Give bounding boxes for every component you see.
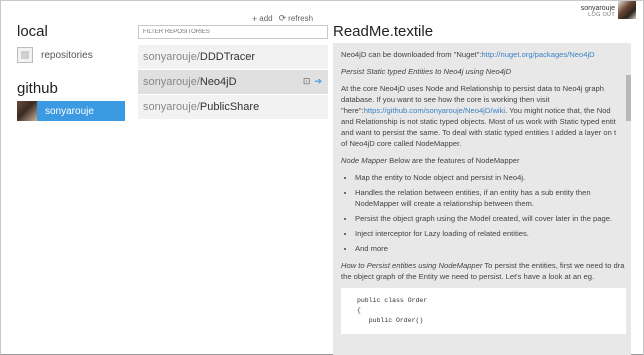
github-section-title: github xyxy=(17,80,58,97)
list-item: Persist the object graph using the Model… xyxy=(355,213,623,224)
readme-line: database. If you want to see how the cor… xyxy=(341,95,550,104)
repo-toolbar: + add ⟳ refresh xyxy=(252,13,313,24)
repo-item-dddtracer[interactable]: sonyarouje/DDDTracer xyxy=(138,45,328,69)
readme-paragraph: How to Persist entities using NodeMapper… xyxy=(341,260,625,282)
readme-pane[interactable]: Neo4jD can be downloaded from "Nuget":ht… xyxy=(333,43,631,355)
repository-list: sonyarouje/DDDTracer sonyarouje/Neo4jD ⊡… xyxy=(138,45,328,120)
repo-name: Neo4jD xyxy=(199,76,237,88)
refresh-label: refresh xyxy=(288,14,314,23)
code-line: { xyxy=(357,307,361,314)
list-item: Inject interceptor for Lazy loading of r… xyxy=(355,228,623,239)
sidebar-item-repositories[interactable]: repositories xyxy=(17,44,127,66)
readme-line: and Relationship is not static typed obj… xyxy=(341,117,616,126)
readme-paragraph: Neo4jD can be downloaded from "Nuget":ht… xyxy=(341,49,623,60)
user-name: sonyarouje xyxy=(580,5,615,12)
sidebar: local repositories github sonyarouje xyxy=(17,23,127,121)
refresh-icon: ⟳ xyxy=(278,13,287,23)
add-label: add xyxy=(259,14,273,23)
readme-text: Handles the relation between entities, i… xyxy=(355,188,591,197)
add-icon: + xyxy=(252,13,258,24)
readme-text: To persist the entities, first we need t… xyxy=(482,261,625,270)
user-avatar xyxy=(618,1,636,19)
open-arrow-icon[interactable]: ➔ xyxy=(314,76,322,87)
readme-line: "here":https://github.com/sonyarouje/Neo… xyxy=(341,105,623,116)
readme-text: "here": xyxy=(341,106,364,115)
readme-line: the object graph of the Entity we need t… xyxy=(341,272,595,281)
readme-emphasis: Node Mapper xyxy=(341,156,388,165)
nuget-link[interactable]: http://nuget.org/packages/Neo4jD xyxy=(481,50,594,59)
readme-text: Neo4jD can be downloaded from "Nuget": xyxy=(341,50,482,59)
readme-paragraph: Node Mapper Below are the features of No… xyxy=(341,155,623,166)
readme-text: NodeMapper will create a relationship be… xyxy=(355,199,534,208)
filter-repositories-input[interactable] xyxy=(138,25,328,39)
readme-paragraph: At the core Neo4jD uses Node and Relatio… xyxy=(341,83,623,149)
app-window: local repositories github sonyarouje + a… xyxy=(0,0,644,355)
sidebar-item-label: repositories xyxy=(41,49,93,61)
readme-title: ReadMe.textile xyxy=(333,23,434,40)
readme-text: . You might notice that, the Nod xyxy=(505,106,611,115)
local-section-title: local xyxy=(17,23,48,40)
code-line: public Order() xyxy=(357,317,424,324)
repo-item-publicshare[interactable]: sonyarouje/PublicShare xyxy=(138,95,328,119)
add-button[interactable]: + add xyxy=(252,13,273,24)
repo-name: DDDTracer xyxy=(199,51,256,63)
repo-owner: sonyarouje/ xyxy=(143,51,200,63)
readme-line: At the core Neo4jD uses Node and Relatio… xyxy=(341,84,604,93)
user-header: sonyarouje LOG OUT xyxy=(581,5,615,18)
repo-item-neo4jd[interactable]: sonyarouje/Neo4jD ⊡ ➔ xyxy=(138,70,328,94)
repo-owner: sonyarouje/ xyxy=(143,101,200,113)
sidebar-item-account[interactable]: sonyarouje xyxy=(17,101,125,121)
readme-line: How to Persist entities using NodeMapper… xyxy=(341,260,625,271)
readme-text: Below are the features of NodeMapper xyxy=(387,156,520,165)
scrollbar-thumb[interactable] xyxy=(626,75,631,121)
refresh-button[interactable]: ⟳ refresh xyxy=(279,13,313,24)
clone-icon[interactable]: ⊡ xyxy=(303,76,311,87)
list-item: Map the entity to Node object and persis… xyxy=(355,172,623,183)
logout-link[interactable]: LOG OUT xyxy=(581,12,615,18)
wiki-link[interactable]: https://github.com/sonyarouje/Neo4jD/wik… xyxy=(364,106,505,115)
readme-subheading: Persist Static typed Entities to Neo4j u… xyxy=(341,67,512,76)
repo-name: PublicShare xyxy=(199,101,260,113)
account-avatar xyxy=(17,101,37,121)
repositories-icon xyxy=(17,47,33,63)
readme-line: and want to persist the same. To deal wi… xyxy=(341,128,617,137)
readme-paragraph: Persist Static typed Entities to Neo4j u… xyxy=(341,66,623,77)
readme-line: of Neo4jD core called NodeMapper. xyxy=(341,139,462,148)
repo-owner: sonyarouje/ xyxy=(143,76,200,88)
repo-actions: ⊡ ➔ xyxy=(303,76,322,87)
readme-content: Neo4jD can be downloaded from "Nuget":ht… xyxy=(333,43,631,334)
readme-emphasis: How to Persist entities using NodeMapper xyxy=(341,261,483,270)
account-name: sonyarouje xyxy=(45,105,94,117)
code-line: public class Order xyxy=(357,297,428,304)
list-item: And more xyxy=(355,243,623,254)
list-item: Handles the relation between entities, i… xyxy=(355,187,623,209)
features-list: Map the entity to Node object and persis… xyxy=(355,172,623,254)
code-block: public class Order { public Order() xyxy=(341,288,631,334)
readme-scrollbar[interactable] xyxy=(626,43,631,355)
